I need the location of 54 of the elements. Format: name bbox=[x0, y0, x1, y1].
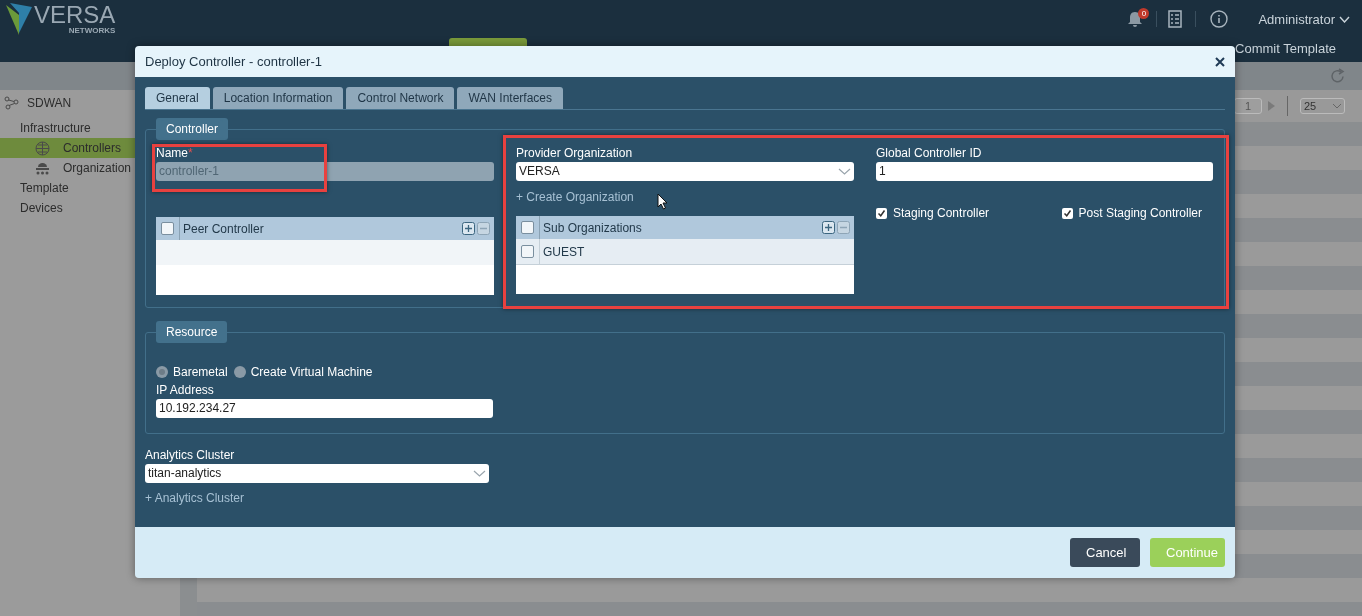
tab[interactable]: Location Information bbox=[212, 87, 344, 109]
checkbox[interactable] bbox=[521, 221, 534, 234]
info-icon[interactable] bbox=[1210, 10, 1229, 28]
add-icon[interactable] bbox=[822, 221, 835, 234]
close-icon[interactable] bbox=[1215, 56, 1225, 67]
chevron-down-icon bbox=[1333, 103, 1341, 109]
chevron-down-icon bbox=[838, 168, 851, 175]
notification-badge: 0 bbox=[1138, 8, 1150, 19]
cursor-icon bbox=[657, 193, 668, 210]
radio-label: Create Virtual Machine bbox=[250, 365, 373, 379]
tab[interactable]: WAN Interfaces bbox=[457, 87, 564, 109]
checkbox[interactable] bbox=[161, 222, 174, 235]
organization-icon bbox=[35, 160, 50, 176]
logo-text: VERSA bbox=[34, 3, 116, 27]
user-menu[interactable]: Administrator bbox=[1258, 11, 1335, 27]
network-icon bbox=[4, 96, 19, 110]
globe-icon bbox=[35, 140, 50, 156]
field-label: Analytics Cluster bbox=[145, 448, 236, 462]
add-analytics-cluster-link[interactable]: + Analytics Cluster bbox=[145, 491, 245, 505]
checklist-icon[interactable] bbox=[1168, 10, 1183, 28]
checkbox-label: Post Staging Controller bbox=[1078, 206, 1202, 220]
create-organization-link[interactable]: + Create Organization bbox=[516, 190, 634, 204]
bell-icon[interactable] bbox=[1127, 11, 1144, 28]
checkbox[interactable] bbox=[1061, 207, 1073, 219]
radio-label: Baremetal bbox=[173, 365, 228, 379]
refresh-icon[interactable] bbox=[1329, 67, 1346, 85]
ip-address-field[interactable]: 10.192.234.27 bbox=[156, 399, 493, 418]
column-header: Sub Organizations bbox=[543, 220, 643, 235]
tab[interactable]: General bbox=[145, 87, 210, 109]
radio-button[interactable] bbox=[156, 366, 168, 378]
logo-subtext: NETWORKS bbox=[68, 27, 116, 35]
global-controller-id-field[interactable]: 1 bbox=[876, 162, 1213, 181]
checkbox-label: Staging Controller bbox=[893, 206, 990, 220]
tab[interactable]: Control Network bbox=[346, 87, 455, 109]
provider-organization-select[interactable]: VERSA bbox=[516, 162, 854, 181]
checkbox[interactable] bbox=[876, 207, 887, 219]
dialog-title: Deploy Controller - controller-1 bbox=[145, 54, 323, 69]
field-label: Provider Organization bbox=[516, 146, 634, 160]
analytics-cluster-select[interactable]: titan-analytics bbox=[145, 464, 489, 483]
field-label: IP Address bbox=[156, 383, 215, 397]
column-header: Peer Controller bbox=[183, 221, 265, 236]
chevron-down-icon bbox=[473, 470, 486, 477]
caret-icon[interactable] bbox=[1339, 15, 1350, 23]
cancel-button[interactable]: Cancel bbox=[1070, 538, 1140, 567]
checkbox[interactable] bbox=[521, 245, 534, 258]
tree-item[interactable]: SDWAN bbox=[27, 96, 72, 110]
table-cell: GUEST bbox=[543, 244, 585, 259]
radio-button[interactable] bbox=[233, 366, 246, 378]
add-icon[interactable] bbox=[462, 222, 475, 235]
commit-template-button[interactable]: Commit Template bbox=[1235, 41, 1336, 56]
page-field[interactable]: 1 bbox=[1234, 98, 1262, 114]
logo-icon bbox=[6, 3, 32, 35]
field-label: Global Controller ID bbox=[876, 146, 983, 160]
page-size-select[interactable]: 25 bbox=[1300, 98, 1345, 114]
